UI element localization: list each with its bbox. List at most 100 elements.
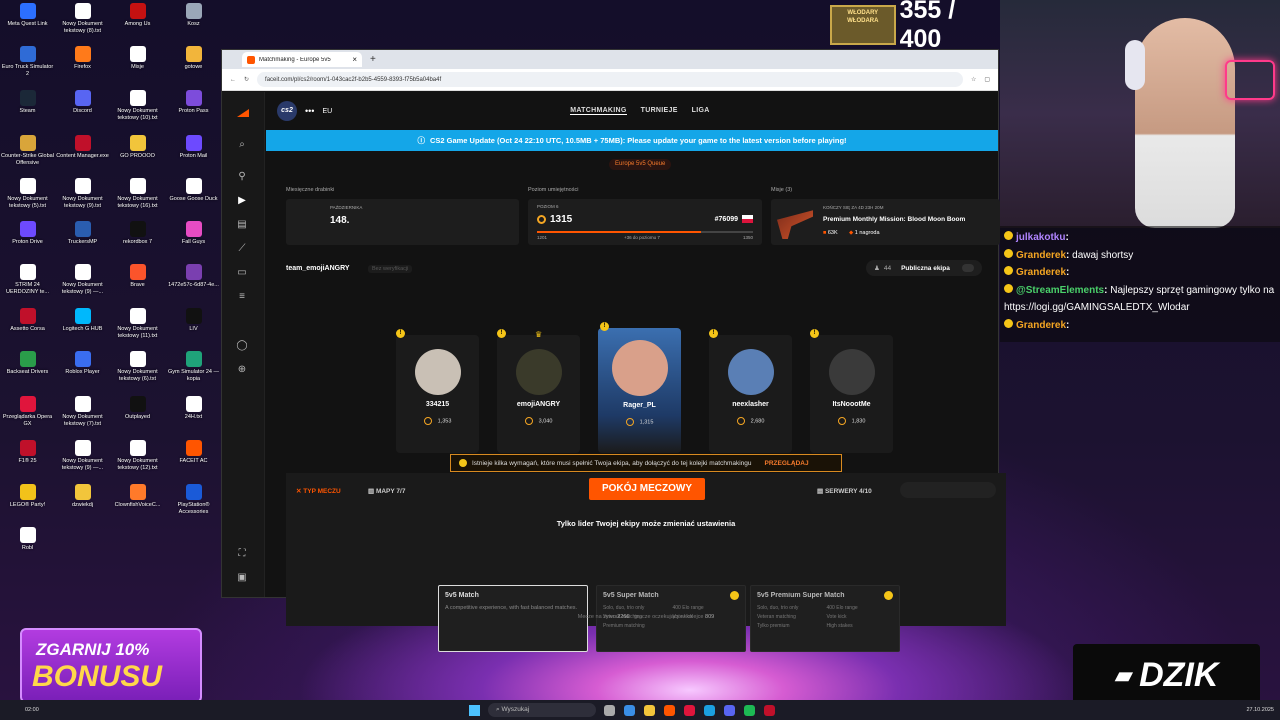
play-icon[interactable]: ▶ — [236, 195, 248, 207]
desktop-icon[interactable]: Nowy Dokument tekstowy (8).txt — [55, 3, 110, 34]
tab-matchmaking[interactable]: Matchmaking - Europe 5v5 × — [242, 52, 362, 67]
taskbar-app-icon[interactable] — [744, 704, 755, 716]
player-card[interactable]: ItsNoootMe 1,830 — [810, 335, 893, 453]
star-icon[interactable]: ☆ — [971, 76, 976, 83]
desktop-icon[interactable]: STRIM 24 UERDOZINY te... — [0, 264, 55, 295]
desktop-icon[interactable]: Nowy Dokument tekstowy (9) —... — [55, 440, 110, 471]
desktop-icon[interactable]: dzwiekdj — [55, 484, 110, 509]
desktop-icon[interactable]: Steam — [0, 90, 55, 115]
desktop-icon[interactable]: Robl — [0, 527, 55, 552]
desktop-icon[interactable]: GO PROOOO — [110, 135, 165, 160]
desktop-icon[interactable]: Content Manager.exe — [55, 135, 110, 160]
tab-maps[interactable]: ▥ MAPY 7/7 — [368, 487, 405, 495]
desktop-icon[interactable]: Kosz — [166, 3, 221, 28]
mission-card[interactable]: KOŃCZY SIĘ ZA 4D 23H 20M Premium Monthly… — [771, 199, 1000, 245]
desktop-icon[interactable]: Gym Simulator 24 — kopia — [166, 351, 221, 382]
tab-match-type[interactable]: ✕ TYP MECZU — [296, 487, 341, 495]
requirement-link[interactable]: PRZEGLĄDAJ — [765, 460, 809, 467]
desktop-icon[interactable]: Proton Drive — [0, 221, 55, 246]
desktop-icon[interactable]: gotowe — [166, 46, 221, 71]
desktop-icon[interactable]: 24H.txt — [166, 396, 221, 421]
shop-icon[interactable]: ▣ — [236, 572, 248, 584]
region-label[interactable]: EU — [322, 108, 332, 115]
game-badge[interactable]: cs2 — [277, 101, 297, 121]
start-icon[interactable] — [469, 704, 480, 716]
toggle-switch[interactable] — [962, 264, 974, 272]
desktop-icon[interactable]: TruckersMP — [55, 221, 110, 246]
new-tab-button[interactable]: + — [370, 54, 376, 65]
desktop-icon[interactable]: Misje — [110, 46, 165, 71]
desktop-icon[interactable]: Firefox — [55, 46, 110, 71]
taskbar-app-icon[interactable] — [704, 704, 715, 716]
desktop-icon[interactable]: PlayStation® Accessories — [166, 484, 221, 515]
desktop-icon[interactable]: Nowy Dokument tekstowy (12).txt — [110, 440, 165, 471]
stats-icon[interactable]: ▤ — [236, 219, 248, 231]
queue-pill[interactable]: Europe 5v5 Queue — [609, 159, 672, 170]
desktop-icon[interactable]: Meta Quest Link — [0, 3, 55, 28]
more-icon[interactable]: ••• — [305, 106, 314, 116]
desktop-icon[interactable]: FACEIT AC — [166, 440, 221, 465]
monthly-ladder-card[interactable]: PAŹDZIERNIKA 148. — [286, 199, 519, 245]
faceit-logo-icon[interactable] — [237, 109, 249, 117]
list-icon[interactable]: ≡ — [236, 291, 248, 303]
desktop-icon[interactable]: Nowy Dokument tekstowy (5).txt — [0, 178, 55, 209]
desktop-icon[interactable]: Outplayed — [110, 396, 165, 421]
ranking-icon[interactable]: ⚲ — [236, 171, 248, 183]
nav-turnieje[interactable]: TURNIEJE — [641, 107, 678, 115]
desktop-icon[interactable]: Nowy Dokument tekstowy (11).txt — [110, 308, 165, 339]
desktop-icon[interactable]: Nowy Dokument tekstowy (6).txt — [110, 351, 165, 382]
desktop-icon[interactable]: 1472e57c-6d87-4e... — [166, 264, 221, 289]
desktop-icon[interactable]: Nowy Dokument tekstowy (9) —... — [55, 264, 110, 295]
desktop-icon[interactable]: Counter-Strike Global Offensive — [0, 135, 55, 166]
desktop-icon[interactable]: ClownfishVoiceC... — [110, 484, 165, 509]
expand-icon[interactable]: ⛶ — [236, 548, 248, 560]
room-button[interactable]: POKÓJ MECZOWY — [589, 478, 705, 500]
trend-icon[interactable]: ⟋ — [236, 243, 248, 255]
player-card[interactable]: 334215 1,353 — [396, 335, 479, 453]
player-card[interactable]: Rager_PL 1,315 — [598, 328, 681, 453]
desktop-icon[interactable]: Backseat Drivers — [0, 351, 55, 376]
desktop-icon[interactable]: Fall Guys — [166, 221, 221, 246]
desktop-icon[interactable]: Proton Pass — [166, 90, 221, 115]
server-toggle[interactable] — [900, 482, 996, 498]
taskbar-app-icon[interactable] — [644, 704, 655, 716]
desktop-icon[interactable]: Goose Goose Duck — [166, 178, 221, 203]
taskbar-app-icon[interactable] — [664, 704, 675, 716]
desktop-icon[interactable]: Nowy Dokument tekstowy (9).txt — [55, 178, 110, 209]
nav-matchmaking[interactable]: MATCHMAKING — [570, 107, 627, 115]
desktop-icon[interactable]: rekordbox 7 — [110, 221, 165, 246]
plus-icon[interactable]: ⊕ — [236, 364, 248, 376]
desktop-icon[interactable]: Euro Truck Simulator 2 — [0, 46, 55, 77]
nav-liga[interactable]: LIGA — [692, 107, 710, 115]
player-card[interactable]: neexlasher 2,680 — [709, 335, 792, 453]
bell-icon[interactable]: ◯ — [236, 340, 248, 352]
taskbar-app-icon[interactable] — [724, 704, 735, 716]
desktop-icon[interactable]: LEGO® Party! — [0, 484, 55, 509]
taskbar-app-icon[interactable] — [684, 704, 695, 716]
desktop-icon[interactable]: Discord — [55, 90, 110, 115]
player-card[interactable]: emojiANGRY 3,040 — [497, 335, 580, 453]
desktop-icon[interactable]: Proton Mail — [166, 135, 221, 160]
taskbar-app-icon[interactable] — [764, 704, 775, 716]
desktop-icon[interactable]: Nowy Dokument tekstowy (7).txt — [55, 396, 110, 427]
public-party-toggle[interactable]: ♟ 44 Publiczna ekipa — [866, 260, 982, 276]
desktop-icon[interactable]: Logitech G HUB — [55, 308, 110, 333]
desktop-icon[interactable]: Nowy Dokument tekstowy (16).txt — [110, 178, 165, 209]
extensions-icon[interactable]: ▢ — [984, 76, 990, 83]
tab-servers[interactable]: ▤ SERWERY 4/10 — [817, 487, 872, 495]
taskbar-app-icon[interactable] — [624, 704, 635, 716]
url-input[interactable]: faceit.com/pl/cs2/room/1-043cac2f-b2b5-4… — [257, 72, 963, 87]
close-icon[interactable]: × — [352, 55, 357, 64]
reload-icon[interactable]: ↻ — [244, 76, 249, 83]
desktop-icon[interactable]: Przeglądarka Opera GX — [0, 396, 55, 427]
taskbar-app-icon[interactable] — [604, 704, 615, 716]
desktop-icon[interactable]: Assetto Corsa — [0, 308, 55, 333]
desktop-icon[interactable]: Nowy Dokument tekstowy (10).txt — [110, 90, 165, 121]
video-icon[interactable]: ▭ — [236, 267, 248, 279]
taskbar-search[interactable]: ⌕ Wyszukaj — [488, 703, 596, 717]
skill-card[interactable]: POZIOM 6 1315 #76099 1201 +36 do poziomu… — [528, 199, 762, 245]
desktop-icon[interactable]: Brave — [110, 264, 165, 289]
back-icon[interactable]: ← — [230, 77, 236, 83]
desktop-icon[interactable]: Among Us — [110, 3, 165, 28]
desktop-icon[interactable]: LIV — [166, 308, 221, 333]
